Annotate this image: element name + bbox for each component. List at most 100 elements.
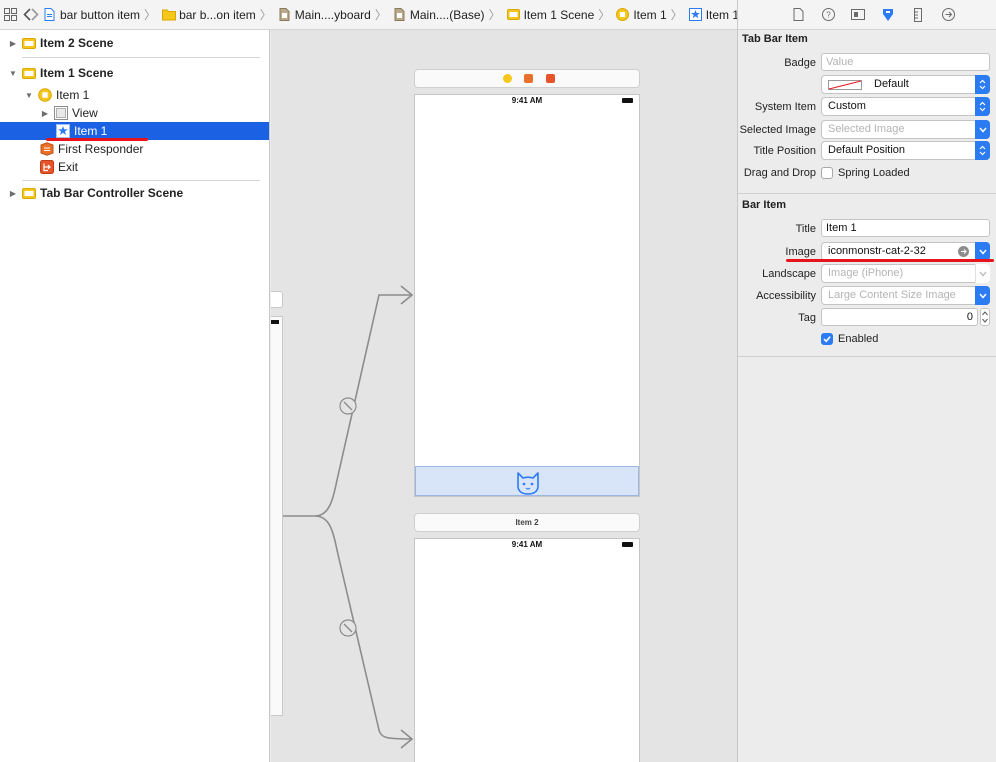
quick-help-icon[interactable]: ?	[813, 5, 843, 25]
spring-loaded-label: Spring Loaded	[838, 167, 910, 179]
chevron-down-icon	[975, 286, 990, 305]
file-inspector-icon[interactable]	[783, 5, 813, 25]
battery-icon	[622, 542, 633, 547]
status-bar: 9:41 AM	[415, 95, 639, 107]
attributes-inspector: ? Tab Bar Item Badge Value Default Syste…	[737, 0, 996, 762]
scene2-header[interactable]: Item 2	[414, 513, 640, 532]
storyboard-icon	[393, 8, 406, 21]
tab-bar-item[interactable]	[512, 467, 544, 497]
title-input[interactable]: Item 1	[821, 219, 990, 237]
no-color-swatch-icon	[828, 80, 862, 90]
image-label: Image	[785, 246, 816, 258]
connections-inspector-icon[interactable]	[933, 5, 963, 25]
enabled-checkbox[interactable]	[821, 333, 833, 345]
forward-button[interactable]	[31, 4, 39, 26]
badge-color-popup[interactable]: Default	[821, 75, 990, 94]
storyboard-icon	[278, 8, 291, 21]
landscape-image-combo[interactable]: Image (iPhone)	[821, 264, 990, 283]
outline-divider	[22, 180, 260, 181]
identity-inspector-icon[interactable]	[843, 5, 873, 25]
scene-icon	[22, 36, 36, 50]
annotation-underline	[786, 259, 994, 262]
first-responder-icon	[40, 142, 54, 156]
outline-divider	[22, 57, 260, 58]
breadcrumb-file[interactable]: bar button item 〉	[43, 6, 162, 23]
selected-image-combo[interactable]: Selected Image	[821, 120, 990, 139]
badge-label: Badge	[784, 57, 816, 69]
enabled-label: Enabled	[838, 333, 879, 345]
outline-item1-scene[interactable]: ▼ Item 1 Scene	[0, 64, 269, 82]
size-inspector-icon[interactable]	[903, 5, 933, 25]
tag-stepper[interactable]	[980, 308, 990, 326]
outline-item1-view-controller[interactable]: ▼ Item 1	[0, 86, 269, 104]
disclosure-triangle-open-icon[interactable]: ▼	[8, 69, 18, 78]
tag-input[interactable]: 0	[821, 308, 978, 326]
disclosure-triangle-open-icon[interactable]: ▼	[24, 91, 34, 100]
popup-arrows-icon	[975, 97, 990, 116]
popup-arrows-icon	[975, 141, 990, 160]
system-item-label: System Item	[754, 101, 816, 113]
document-outline: ▶ Item 2 Scene ▼ Item 1 Scene ▼ Item 1 ▶…	[0, 30, 270, 762]
disclosure-triangle-icon[interactable]: ▶	[8, 39, 18, 48]
cat-icon	[517, 472, 539, 495]
svg-text:?: ?	[826, 11, 831, 20]
inspector-tab-bar: ?	[738, 0, 996, 30]
scene1-header[interactable]	[414, 69, 640, 88]
breadcrumb-storyboard[interactable]: Main....yboard 〉	[278, 6, 393, 23]
outline-view[interactable]: ▶ View	[0, 104, 269, 122]
accessibility-label: Accessibility	[756, 290, 816, 302]
related-items-icon[interactable]	[4, 4, 17, 26]
scene2-device[interactable]: 9:41 AM	[414, 538, 640, 762]
section-divider	[738, 193, 996, 194]
go-arrow-icon[interactable]	[958, 246, 969, 257]
system-item-popup[interactable]: Custom	[821, 97, 990, 116]
scene-icon	[506, 8, 520, 21]
exit-icon[interactable]	[546, 74, 555, 83]
title-position-label: Title Position	[753, 145, 816, 157]
outline-first-responder[interactable]: First Responder	[0, 140, 269, 158]
annotation-underline	[46, 138, 148, 141]
view-icon	[54, 106, 68, 120]
storyboard-canvas[interactable]: 9:41 AM Item 2 9:41 AM	[271, 30, 737, 762]
breadcrumb-scene[interactable]: Item 1 Scene 〉	[506, 6, 617, 23]
accessibility-image-combo[interactable]: Large Content Size Image	[821, 286, 990, 305]
tag-label: Tag	[798, 312, 816, 324]
view-controller-icon	[616, 8, 630, 21]
folder-icon	[162, 8, 177, 21]
breadcrumb-folder[interactable]: bar b...on item 〉	[162, 6, 278, 23]
section-divider	[738, 356, 996, 357]
spring-loaded-checkbox[interactable]	[821, 167, 833, 179]
outline-exit[interactable]: Exit	[0, 158, 269, 176]
section-title-bar-item: Bar Item	[742, 199, 787, 211]
tab-bar[interactable]	[415, 466, 639, 496]
landscape-label: Landscape	[762, 268, 816, 280]
view-controller-icon	[38, 88, 52, 102]
first-responder-icon[interactable]	[524, 74, 533, 83]
chevron-down-icon	[975, 264, 990, 283]
breadcrumb-storyboard-base[interactable]: Main....(Base) 〉	[393, 6, 507, 23]
title-position-popup[interactable]: Default Position	[821, 141, 990, 160]
checkmark-icon	[823, 336, 831, 343]
attributes-inspector-icon[interactable]	[873, 5, 903, 25]
outline-item2-scene[interactable]: ▶ Item 2 Scene	[0, 34, 269, 52]
outline-tab-bar-controller-scene[interactable]: ▶ Tab Bar Controller Scene	[0, 184, 269, 202]
back-button[interactable]	[23, 4, 31, 26]
title-label: Title	[795, 223, 816, 235]
scene-icon	[22, 186, 36, 200]
selected-image-label: Selected Image	[739, 124, 816, 136]
exit-icon	[40, 160, 54, 174]
view-controller-icon[interactable]	[503, 74, 512, 83]
section-title-tab-bar-item: Tab Bar Item	[742, 33, 808, 45]
badge-input[interactable]: Value	[821, 53, 990, 71]
breadcrumb-view-controller[interactable]: Item 1 〉	[616, 6, 688, 23]
chevron-down-icon	[975, 120, 990, 139]
scene-icon	[22, 66, 36, 80]
status-bar: 9:41 AM	[415, 539, 639, 551]
tab-bar-item-icon	[56, 124, 70, 138]
disclosure-triangle-icon[interactable]: ▶	[8, 189, 18, 198]
breadcrumb-tab-bar-item[interactable]: Item 1	[688, 8, 737, 22]
swift-file-icon	[43, 8, 56, 21]
disclosure-triangle-icon[interactable]: ▶	[40, 109, 50, 118]
jump-bar: bar button item 〉 bar b...on item 〉 Main..…	[0, 0, 737, 30]
scene1-device[interactable]: 9:41 AM	[414, 94, 640, 497]
